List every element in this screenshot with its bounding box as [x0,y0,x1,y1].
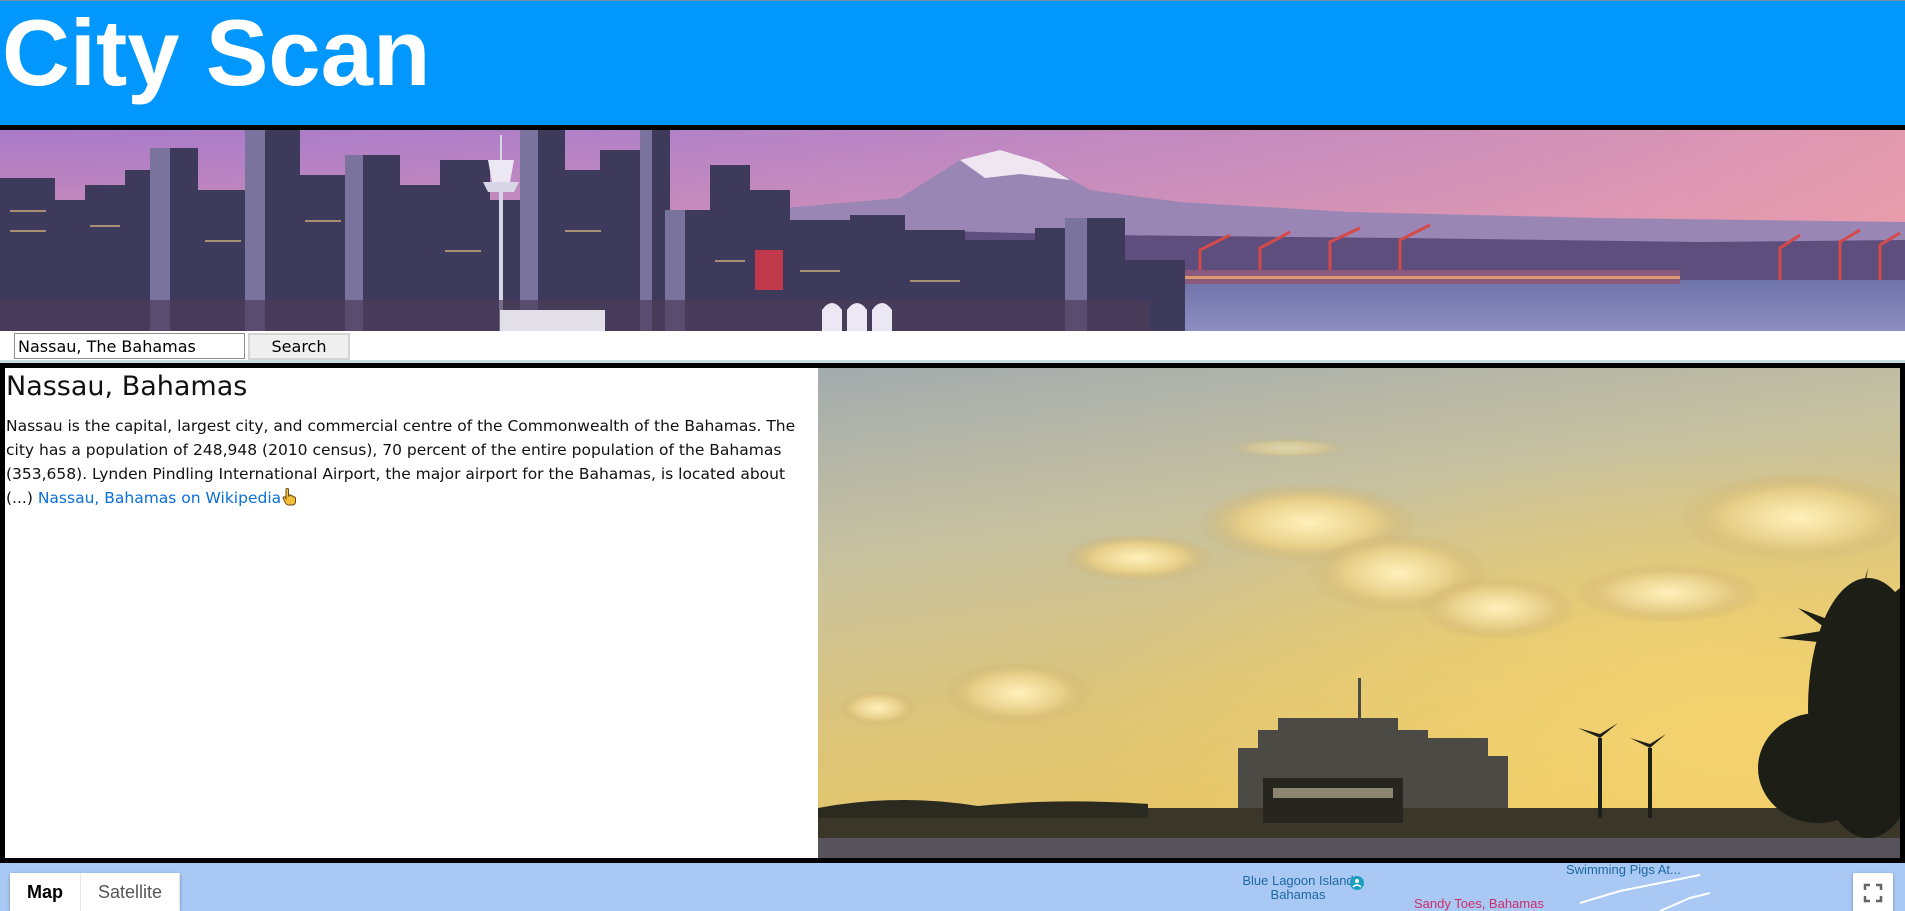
map-label-swimming-pigs[interactable]: Swimming Pigs At... [1566,863,1726,877]
search-button[interactable]: Search [248,333,350,360]
map-pin-icon[interactable] [1349,875,1365,895]
map-tab-satellite[interactable]: Satellite [81,873,181,911]
banner-skyline-image [0,130,1905,331]
city-info-panel: Nassau, Bahamas Nassau is the capital, l… [5,368,818,858]
city-name-heading: Nassau, Bahamas [6,371,248,402]
city-results-panel: Nassau, Bahamas Nassau is the capital, l… [0,363,1905,863]
map-tab-map[interactable]: Map [10,873,81,911]
fullscreen-button[interactable] [1853,873,1893,911]
city-search-input[interactable] [14,333,245,359]
wikipedia-link[interactable]: Nassau, Bahamas on Wikipedia [38,489,281,507]
map-label-sandy-toes[interactable]: Sandy Toes, Bahamas [1414,897,1574,911]
fullscreen-icon [1863,883,1883,907]
map-label-blue-lagoon[interactable]: Blue Lagoon Island Bahamas [1238,874,1358,902]
site-header: City Scan [0,0,1905,127]
city-description: Nassau is the capital, largest city, and… [6,414,806,510]
city-photo [818,368,1900,858]
site-title: City Scan [2,0,431,105]
search-bar: Search [0,331,1905,363]
map-type-control: Map Satellite [10,873,181,911]
hand-pointer-icon [282,488,298,506]
google-map[interactable]: Map Satellite Blue Lagoon Island Bahamas… [0,863,1905,911]
